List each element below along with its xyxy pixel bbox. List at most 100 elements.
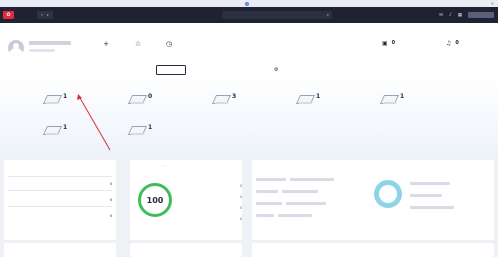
cost-card — [252, 160, 494, 240]
server-icon — [128, 93, 145, 105]
bottom-card — [4, 243, 116, 257]
resource-item[interactable]: 0 — [128, 93, 152, 105]
cost-row — [256, 214, 312, 217]
monitor-row-value: 0 — [109, 182, 112, 186]
security-row[interactable]: 0 — [182, 184, 242, 188]
close-icon[interactable]: × — [491, 1, 494, 6]
star-icon: ☆ — [134, 40, 142, 48]
stat-balance[interactable]: ▣ 0 — [382, 40, 395, 47]
divider — [8, 206, 112, 207]
security-score-gauge[interactable]: 100 — [138, 183, 172, 217]
resource-item[interactable]: 1 — [43, 93, 67, 105]
bottom-card — [130, 243, 242, 257]
wallet-icon: ▣ — [382, 40, 388, 47]
security-row-value: 0 — [239, 195, 242, 199]
tab-overview[interactable] — [156, 65, 186, 75]
bell-icon[interactable]: ♪ — [449, 13, 452, 18]
bell-icon: ♫ — [446, 40, 452, 47]
cost-legend — [410, 206, 454, 209]
monitor-row[interactable]: 0 — [8, 182, 112, 186]
blurred-text — [278, 214, 312, 217]
region-selector[interactable]: ⌖ ▾ — [37, 11, 53, 19]
search-input[interactable]: ⌕ — [222, 11, 332, 19]
account-name-blurred — [29, 41, 71, 45]
stat-value: 0 — [391, 40, 396, 46]
resource-item[interactable]: 1 — [128, 124, 152, 136]
security-row[interactable]: 0 — [182, 217, 242, 221]
tab-resources[interactable] — [186, 65, 214, 75]
monitoring-card: 0 0 0 — [4, 160, 116, 240]
divider — [8, 190, 112, 191]
resource-count: 0 — [148, 93, 153, 100]
blurred-text — [410, 194, 442, 197]
blurred-text — [290, 178, 334, 181]
cost-legend — [410, 194, 442, 197]
monitor-row-value: 0 — [109, 198, 112, 202]
security-row[interactable]: 0 — [182, 206, 242, 210]
cost-legend — [410, 182, 450, 185]
resource-count: 1 — [63, 124, 68, 131]
mail-icon[interactable]: ✉ — [439, 13, 443, 18]
overview-header: + ☆ ◷ ▣ 0 ♫ 0 ⚙ 1 0 3 1 1 1 1 — [0, 23, 498, 155]
divider — [8, 176, 112, 177]
cost-row — [256, 190, 318, 193]
security-score: 100 — [146, 195, 164, 205]
grid-icon[interactable]: ▦ — [458, 13, 462, 18]
quick-action-favorites[interactable]: ☆ — [124, 40, 152, 48]
tab-monitoring[interactable] — [214, 65, 242, 75]
location-icon: ⌖ — [41, 13, 44, 17]
notice-bar: i × — [0, 0, 498, 7]
cost-row — [256, 202, 326, 205]
quick-action-recent[interactable]: ◷ — [155, 40, 183, 48]
brand-logo-icon[interactable]: ✿ — [3, 11, 14, 19]
blurred-text — [286, 202, 326, 205]
chevron-down-icon: ▾ — [47, 13, 49, 17]
resource-item[interactable]: 3 — [212, 93, 236, 105]
blurred-text — [256, 214, 274, 217]
gear-icon[interactable]: ⚙ — [274, 67, 278, 73]
blurred-text — [256, 190, 278, 193]
stat-value: 0 — [455, 40, 459, 46]
server-icon — [296, 93, 313, 105]
clock-icon: ◷ — [165, 40, 173, 48]
server-icon — [43, 93, 60, 105]
user-menu[interactable] — [468, 12, 494, 18]
top-nav-links: ✉ ♪ ▦ — [397, 7, 494, 23]
monitor-row[interactable]: 0 — [8, 198, 112, 202]
account-id-blurred — [29, 49, 55, 52]
blurred-text — [256, 178, 286, 181]
resource-item[interactable]: 1 — [380, 93, 404, 105]
info-icon: i — [245, 1, 249, 6]
server-icon — [128, 124, 145, 136]
resource-count: 1 — [400, 93, 405, 100]
monitor-row-value: 0 — [109, 214, 112, 218]
search-icon[interactable]: ⌕ — [327, 12, 329, 17]
blurred-text — [256, 202, 282, 205]
resource-count: 1 — [63, 93, 68, 100]
plus-icon: + — [103, 40, 109, 48]
cost-donut-chart[interactable] — [374, 180, 402, 208]
status-badge — [163, 165, 167, 166]
resource-item[interactable]: 1 — [43, 124, 67, 136]
security-card: 100 0 0 0 0 — [130, 160, 242, 240]
server-icon — [380, 93, 397, 105]
stat-notifications[interactable]: ♫ 0 — [446, 40, 459, 47]
monitor-row[interactable]: 0 — [8, 214, 112, 218]
security-row-value: 0 — [239, 206, 242, 210]
security-row[interactable]: 0 — [182, 195, 242, 199]
avatar[interactable] — [8, 40, 24, 56]
security-row-value: 0 — [239, 217, 242, 221]
resource-count: 1 — [148, 124, 153, 131]
quick-action-create[interactable]: + — [92, 40, 120, 48]
resource-count: 3 — [232, 93, 237, 100]
bottom-card — [252, 243, 494, 257]
cost-row — [256, 178, 334, 181]
resource-item[interactable]: 1 — [296, 93, 320, 105]
tab-security[interactable] — [242, 65, 270, 75]
security-row-value: 0 — [239, 184, 242, 188]
blurred-text — [282, 190, 318, 193]
server-icon — [212, 93, 229, 105]
overview-tabs: ⚙ — [156, 65, 278, 75]
resource-count: 1 — [316, 93, 321, 100]
server-icon — [43, 124, 60, 136]
